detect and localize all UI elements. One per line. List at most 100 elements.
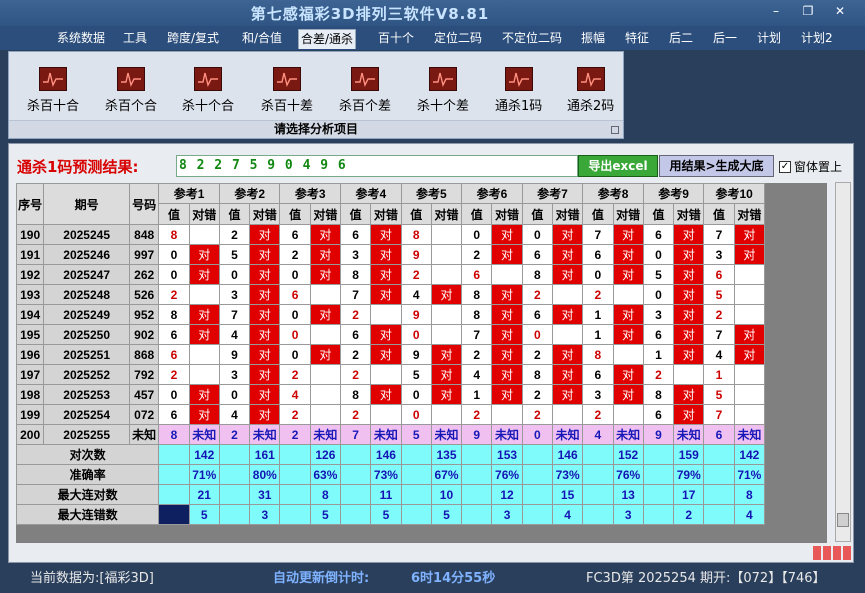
ribbon-button-2[interactable]: 杀百个合 (105, 67, 157, 114)
menu-item-features[interactable]: 特征 (623, 29, 651, 49)
table-row[interactable]: 194 2025249 952 8 对 7 对 0 对 2 9 8 对 6 对 1 对 3 对 2 (15, 304, 766, 325)
hit-cell: 对 (673, 244, 705, 265)
ref-header[interactable]: 参考7 (521, 183, 584, 204)
ref-header[interactable]: 参考5 (400, 183, 463, 204)
value-cell: 2 (339, 304, 372, 325)
value-cell: 7 (339, 284, 372, 305)
prediction-result-field[interactable]: 8 2 2 7 5 9 0 4 9 6 (176, 155, 578, 177)
menu-item-plan[interactable]: 计划 (755, 29, 783, 49)
value-cell: 3 (218, 284, 251, 305)
hit-cell: 对 (733, 324, 766, 345)
summary-value: 153 (491, 444, 523, 465)
menu-item-tools[interactable]: 工具 (121, 29, 149, 49)
ribbon-button-8[interactable]: 通杀2码 (567, 67, 614, 114)
table-row[interactable]: 193 2025248 526 2 3 对 6 7 对 4 对 8 对 2 2 0 对 5 (15, 284, 766, 305)
menu-item-hundreds-tens-units[interactable]: 百十个 (376, 29, 416, 49)
hit-subheader: 对错 (188, 203, 220, 225)
summary-spacer (642, 504, 675, 525)
value-subheader: 值 (582, 203, 614, 225)
checkbox-icon[interactable]: ✓ (779, 160, 791, 173)
period-header[interactable]: 期号 (43, 183, 131, 225)
ribbon-button-label: 通杀1码 (495, 99, 543, 114)
value-cell: 2 (218, 224, 251, 245)
hit-cell: 未知 (430, 424, 463, 445)
table-row[interactable]: 199 2025254 072 6 对 4 对 2 2 0 2 2 2 6 对 7 (15, 404, 766, 425)
number-cell: 072 (129, 404, 160, 425)
export-excel-button[interactable]: 导出excel (578, 155, 658, 177)
table-row[interactable]: 198 2025253 457 0 对 0 对 4 8 对 0 对 1 对 2 对 3 对 8 对 5 (15, 384, 766, 405)
vertical-scrollbar[interactable] (835, 182, 851, 542)
number-header[interactable]: 号码 (129, 183, 160, 225)
ref-header[interactable]: 参考3 (279, 183, 341, 204)
hit-subheader: 对错 (430, 203, 463, 225)
seq-cell: 198 (15, 384, 45, 405)
table-row[interactable]: 191 2025246 997 0 对 5 对 2 对 3 对 9 2 对 6 对 6 对 0 对 3 对 (15, 244, 766, 265)
ref-header[interactable]: 参考6 (461, 183, 523, 204)
ribbon-button-7[interactable]: 通杀1码 (495, 67, 542, 114)
ribbon-button-label: 杀百十合 (27, 99, 80, 114)
menu-item-nonpositional-pair[interactable]: 不定位二码 (500, 29, 564, 49)
menu-item-plan2[interactable]: 计划2 (799, 29, 835, 49)
seq-cell: 191 (15, 244, 45, 265)
hit-cell: 对 (309, 224, 342, 245)
menu-item-positional-pair[interactable]: 定位二码 (432, 29, 484, 49)
ref-header[interactable]: 参考4 (340, 183, 402, 204)
hit-cell: 对 (673, 304, 705, 325)
ribbon-button-1[interactable]: 杀百十合 (27, 67, 79, 114)
ref-header[interactable]: 参考10 (703, 183, 765, 204)
ref-header[interactable]: 参考9 (642, 183, 705, 204)
ribbon-button-4[interactable]: 杀百十差 (261, 67, 313, 114)
ribbon-button-5[interactable]: 杀百个差 (339, 67, 391, 114)
hit-cell (673, 364, 705, 385)
pending-row[interactable]: 200 2025255 未知 8 未知 2 未知 2 未知 7 未知 5 未知 9 未知 0 未知 4 未知 9 未知 6… (15, 424, 766, 445)
ribbon-button-6[interactable]: 杀十个差 (417, 67, 469, 114)
value-cell: 3 (642, 304, 675, 325)
value-cell: 6 (279, 224, 311, 245)
minimize-icon[interactable]: – (765, 4, 787, 18)
hit-cell (370, 304, 402, 325)
summary-value: 13 (612, 484, 644, 505)
menu-item-system-data[interactable]: 系统数据 (55, 29, 107, 49)
ref-header[interactable]: 参考2 (218, 183, 281, 204)
hit-cell: 对 (249, 284, 281, 305)
seq-cell: 193 (15, 284, 45, 305)
hit-cell (309, 364, 342, 385)
results-table: 序号 期号 号码 参考1 参考2 参考3 参考4 参考5 参考6 参考7 参考8 参考9 参考10 值对错… (15, 183, 766, 525)
ribbon-footer: 请选择分析项目 (9, 120, 623, 138)
table-row[interactable]: 197 2025252 792 2 3 对 2 2 5 对 4 对 8 对 6 对 2 1 (15, 364, 766, 385)
topmost-checkbox[interactable]: ✓ 窗体置上 (779, 158, 842, 175)
table-row[interactable]: 195 2025250 902 6 对 4 对 0 6 对 0 7 对 0 1 对 6 对 7 对 (15, 324, 766, 345)
generate-base-button[interactable]: 用结果>生成大底 (659, 155, 774, 177)
value-cell: 9 (218, 344, 251, 365)
close-icon[interactable]: ✕ (829, 4, 851, 18)
hit-cell (551, 324, 584, 345)
chart-icon (117, 67, 145, 91)
value-cell: 2 (158, 284, 190, 305)
menu-item-sum[interactable]: 和/合值 (240, 29, 284, 49)
summary-spacer (461, 444, 493, 465)
number-cell: 526 (129, 284, 160, 305)
value-cell: 8 (521, 264, 553, 285)
restore-icon[interactable]: ❐ (797, 4, 819, 18)
table-row[interactable]: 196 2025251 868 6 9 对 0 对 2 对 9 对 2 对 2 对 8 1 对 4 对 (15, 344, 766, 365)
summary-value: 11 (370, 484, 402, 505)
menu-item-last-two[interactable]: 后二 (667, 29, 695, 49)
ref-header[interactable]: 参考8 (582, 183, 644, 204)
summary-spacer (400, 464, 432, 485)
seq-header[interactable]: 序号 (15, 183, 45, 225)
table-row[interactable]: 192 2025247 262 0 对 0 对 0 对 8 对 2 6 8 对 0 对 5 对 6 (15, 264, 766, 285)
menu-item-amplitude[interactable]: 振幅 (579, 29, 607, 49)
ribbon-button-3[interactable]: 杀十个合 (182, 67, 234, 114)
ref-header[interactable]: 参考1 (158, 183, 220, 204)
value-cell: 1 (461, 384, 493, 405)
menu-item-last-one[interactable]: 后一 (711, 29, 739, 49)
value-cell: 4 (703, 344, 735, 365)
menu-item-span[interactable]: 跨度/复式 (165, 29, 221, 49)
scrollbar-thumb[interactable] (837, 513, 849, 527)
value-subheader: 值 (703, 203, 735, 225)
summary-value: 4 (733, 504, 766, 525)
menu-item-sum-diff-kill[interactable]: 合差/通杀 (298, 29, 357, 49)
table-row[interactable]: 190 2025245 848 8 2 对 6 对 6 对 8 0 对 0 对 7 对 6 对 7 对 (15, 224, 766, 245)
ribbon-expand-icon[interactable] (611, 126, 619, 134)
value-cell: 8 (461, 304, 493, 325)
